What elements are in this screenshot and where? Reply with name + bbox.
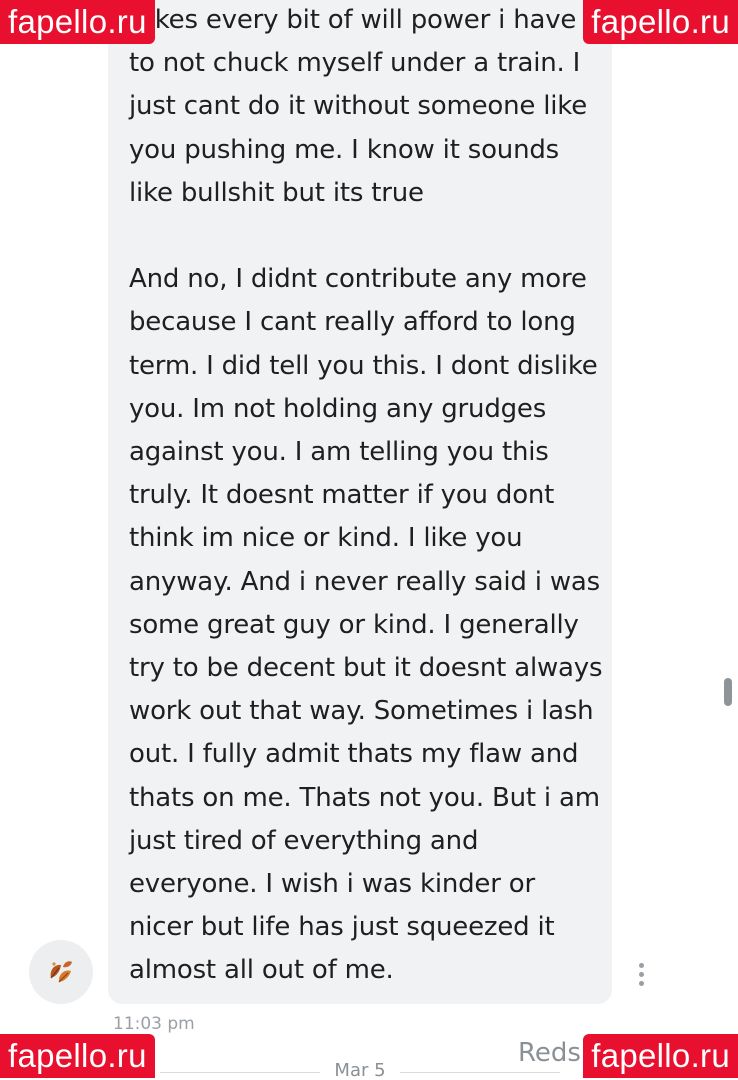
message-text-line: work out that way. Sometimes i lash <box>129 696 594 727</box>
message-text-line: nicer but life has just squeezed it <box>129 912 555 943</box>
divider-line <box>400 1072 560 1073</box>
message-more-options-icon[interactable] <box>630 958 652 990</box>
message-text-line: you. Im not holding any grudges <box>129 393 547 424</box>
date-divider: Mar 5 <box>160 1060 560 1080</box>
date-divider-label: Mar 5 <box>334 1060 386 1080</box>
watermark-bottom-left: fapello.ru <box>0 1034 155 1078</box>
watermark-bottom-right: fapello.ru <box>583 1034 738 1078</box>
autumn-leaves-icon <box>50 961 72 983</box>
watermark-top-left: fapello.ru <box>0 0 155 44</box>
scrollbar-thumb[interactable] <box>724 678 732 706</box>
message-text-line: truly. It doesnt matter if you dont <box>129 480 555 511</box>
message-text-line: against you. I am telling you this <box>129 437 549 467</box>
message-text-line: to not chuck myself under a train. I <box>129 48 581 79</box>
dot-icon <box>638 980 644 986</box>
message-text-line: out. I fully admit thats my flaw and <box>129 739 579 770</box>
message-timestamp: 11:03 pm <box>113 1014 195 1034</box>
message-text-line: And no, I didnt contribute any more <box>129 264 587 295</box>
message-text-line: almost all out of me. <box>129 955 394 986</box>
message-bubble[interactable]: takes every bit of will power i have to n… <box>108 0 612 1004</box>
divider-line <box>160 1072 320 1073</box>
chat-screen: takes every bit of will power i have to n… <box>0 0 738 1080</box>
message-text-line: like bullshit but its true <box>129 177 424 208</box>
dot-icon <box>638 971 644 977</box>
message-text-line: term. I did tell you this. I dont dislik… <box>129 350 598 381</box>
message-text-line: just tired of everything and <box>129 825 479 856</box>
message-text-line: try to be decent but it doesnt always <box>129 653 603 683</box>
message-text-line: think im nice or kind. I like you <box>129 523 523 554</box>
sender-avatar[interactable] <box>29 940 93 1004</box>
watermark-top-right: fapello.ru <box>583 0 738 44</box>
message-text-line: some great guy or kind. I generally <box>129 609 579 640</box>
dot-icon <box>638 962 644 968</box>
message-text-line: just cant do it without someone like <box>129 91 588 122</box>
message-text-line: thats on me. Thats not you. But i am <box>129 782 600 813</box>
message-text-line: everyone. I wish i was kinder or <box>129 869 535 899</box>
message-text-line: you pushing me. I know it sounds <box>129 134 560 165</box>
message-text-line: because I cant really afford to long <box>129 307 576 338</box>
message-text-line: takes every bit of will power i have <box>129 5 577 35</box>
message-text-line: anyway. And i never really said i was <box>129 566 600 597</box>
next-sender-name[interactable]: Reds <box>518 1038 581 1068</box>
